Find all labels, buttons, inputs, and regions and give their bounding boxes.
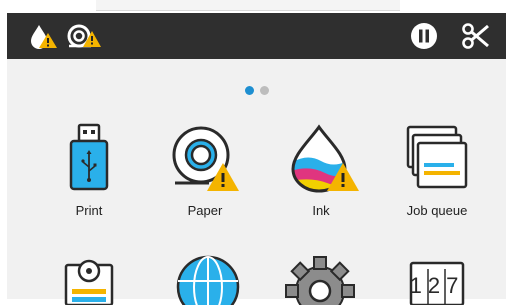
app-settings[interactable] xyxy=(275,255,365,305)
app-paper[interactable]: Paper xyxy=(155,121,255,218)
app-network[interactable] xyxy=(163,255,253,305)
pause-icon[interactable] xyxy=(408,13,440,59)
app-print[interactable]: Print xyxy=(39,121,139,218)
status-bar xyxy=(7,13,506,59)
top-strip xyxy=(96,0,400,11)
scan-icon xyxy=(64,259,114,305)
settings-icon xyxy=(285,256,355,305)
paper-warning-icon[interactable] xyxy=(65,13,105,59)
ink-warning-icon[interactable] xyxy=(27,13,61,59)
job-queue-icon xyxy=(387,121,487,193)
app-ink[interactable]: Ink xyxy=(271,121,371,218)
page-dot-1[interactable] xyxy=(244,86,254,95)
cut-icon[interactable] xyxy=(459,13,493,59)
page-dot-2[interactable] xyxy=(259,86,269,95)
network-icon xyxy=(176,255,240,305)
app-job-queue-label: Job queue xyxy=(406,203,468,218)
ink-drop-icon xyxy=(271,121,371,193)
app-paper-label: Paper xyxy=(187,203,223,218)
page-indicator xyxy=(7,86,506,95)
counter-icon: 127 xyxy=(410,261,465,305)
home-screen: Print Paper Ink Job queue 127 xyxy=(7,59,506,305)
app-ink-label: Ink xyxy=(312,203,330,218)
app-usage-counter[interactable]: 127 xyxy=(392,255,482,305)
usb-drive-icon xyxy=(39,121,139,193)
app-scan[interactable] xyxy=(43,255,133,305)
app-job-queue[interactable]: Job queue xyxy=(387,121,487,218)
paper-roll-icon xyxy=(155,121,255,193)
counter-digits: 127 xyxy=(410,273,465,298)
app-print-label: Print xyxy=(75,203,103,218)
